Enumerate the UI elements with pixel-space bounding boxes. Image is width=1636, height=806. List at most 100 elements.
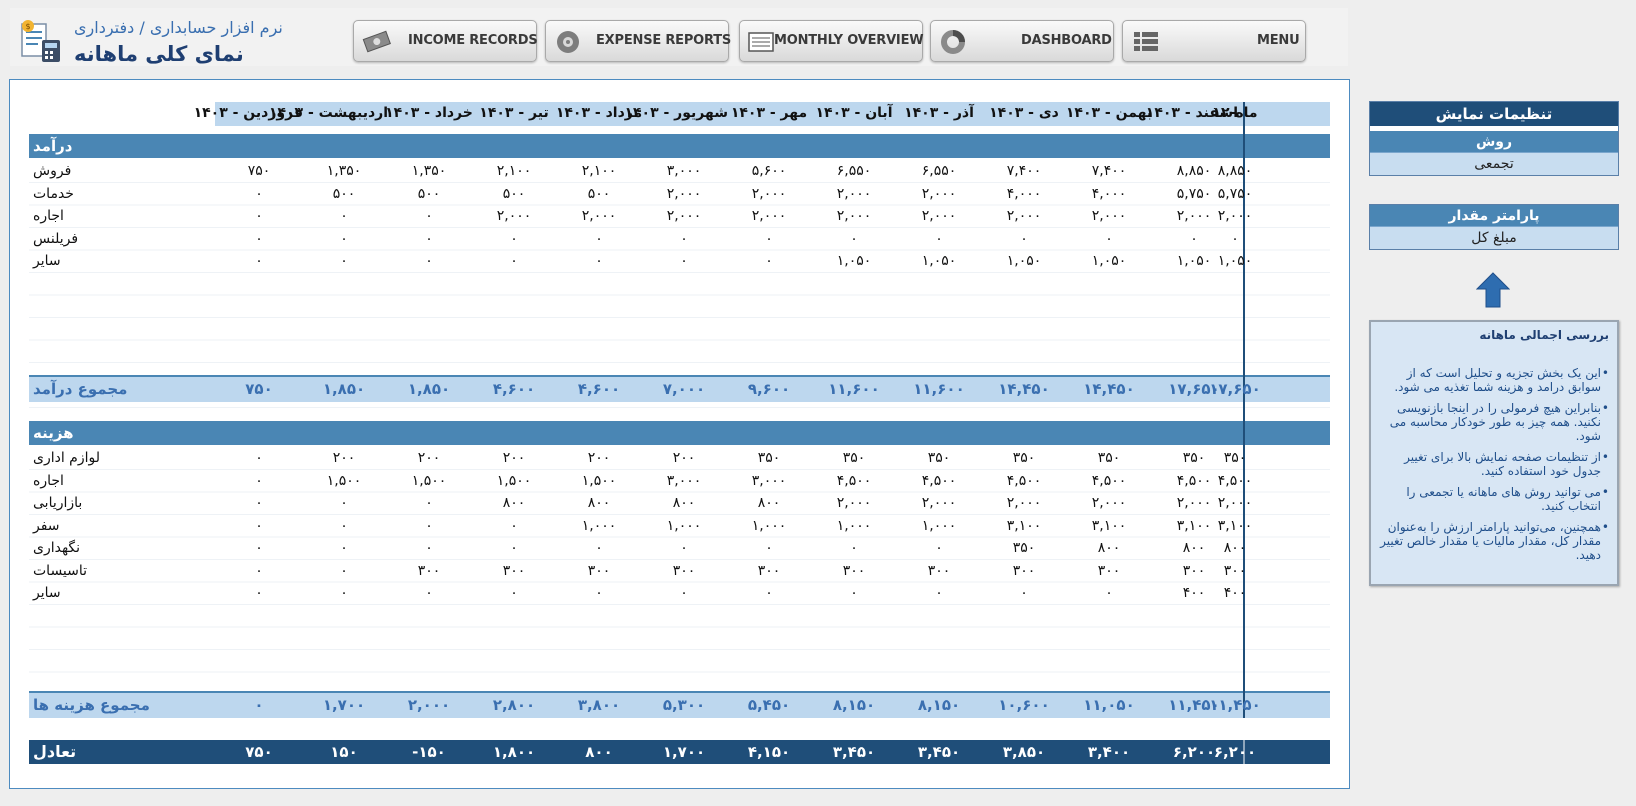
expense-cell: ۰ (255, 585, 263, 601)
cash-icon (362, 30, 391, 53)
income-cell: ۱,۳۵۰ (326, 163, 362, 179)
expense-cell: ۰ (340, 585, 348, 601)
expense-cell: ۰ (680, 540, 688, 556)
balance-cell: ۶,۲۰۰ (1172, 743, 1216, 761)
expense-reports-label: EXPENSE REPORTS (596, 33, 732, 48)
expense-total-cell: ۲,۸۰۰ (492, 696, 536, 714)
expense-cell: ۳۰۰ (1182, 562, 1206, 579)
expense-cell: ۸۰۰ (672, 495, 696, 511)
expense-cell: ۳۵۰ (757, 450, 781, 466)
expense-cell: ۳,۰۰۰ (751, 472, 787, 489)
expense-cell: ۴,۵۰۰ (1006, 472, 1042, 489)
expense-cell: ۲,۰۰۰ (921, 495, 957, 511)
expense-total-cell: ۱۱,۰۵۰ (1083, 696, 1135, 714)
expense-row-label: نگهداری (33, 540, 81, 556)
income-cell: ۱,۳۵۰ (411, 163, 447, 179)
income-cell: ۷۵۰ (247, 163, 271, 179)
income-section-band (29, 134, 1330, 158)
income-records-label: INCOME RECORDS (408, 33, 538, 48)
month-header: شهریور - ۱۴۰۳ (624, 105, 728, 121)
income-total-cell: ۱,۸۵۰ (407, 380, 451, 398)
list-icon (1134, 32, 1158, 51)
expense-total-cell: ۰ (254, 696, 264, 714)
dashboard-label: DASHBOARD (1021, 33, 1112, 48)
balance-cell: ۷۵۰ (245, 743, 273, 761)
income-total-cell: ۱۷,۶۵۰ (1168, 380, 1220, 398)
ledger-icon (748, 32, 774, 52)
expense-cell: ۳۰۰ (587, 562, 611, 579)
income-cell: ۲,۰۰۰ (496, 208, 532, 224)
income-cell: ۰ (680, 230, 688, 247)
expense-cell: ۸۰۰ (1097, 540, 1121, 556)
expense-cell: ۳۵۰ (1012, 450, 1036, 466)
expense-row-label: سایر (33, 585, 61, 601)
income-cell: ۰ (340, 208, 348, 224)
income-cell: ۰ (680, 253, 688, 269)
expense-cell: ۲,۰۰۰ (1176, 495, 1212, 511)
expense-cell: ۲,۰۰۰ (1006, 495, 1042, 511)
income-cell: ۱,۰۵۰ (836, 253, 872, 269)
display-settings-title: تنظیمات نمایش (1370, 102, 1618, 126)
expense-cell: ۰ (595, 540, 603, 556)
info-bullets: این یک بخش تجزیه و تحلیل است که از سوابق… (1379, 366, 1609, 562)
expense-cell: ۴,۵۰۰ (1176, 472, 1212, 489)
expense-cell: ۱,۵۰۰ (411, 472, 447, 489)
monthly-overview-button[interactable]: MONTHLY OVERVIEW (739, 20, 924, 62)
expense-cell: ۰ (510, 540, 518, 556)
method-select[interactable]: تجمعی (1370, 153, 1618, 175)
expense-cell: ۲۰۰ (502, 450, 526, 466)
expense-cell: ۳۰۰ (1012, 562, 1036, 579)
expense-section-band (29, 421, 1330, 445)
dashboard-button[interactable]: DASHBOARD (930, 20, 1114, 62)
income-row-label: اجاره (33, 208, 64, 224)
expense-cell: ۰ (340, 540, 348, 556)
balance-cell: ۱۵۰ (330, 743, 358, 761)
expense-cell: ۰ (340, 495, 348, 511)
month-header: خرداد - ۱۴۰۳ (385, 105, 473, 121)
display-settings-box: تنظیمات نمایش روش تجمعی (1369, 101, 1619, 176)
info-bullet: از تنظیمات صفحه نمایش بالا برای تغییر جد… (1379, 450, 1609, 478)
income-cell: ۴,۰۰۰ (1006, 185, 1042, 202)
info-bullet: این یک بخش تجزیه و تحلیل است که از سوابق… (1379, 366, 1609, 394)
menu-button[interactable]: MENU (1122, 20, 1306, 62)
income-cell: ۱,۰۵۰ (921, 253, 957, 269)
balance-cell: ۳,۴۵۰ (917, 743, 961, 761)
expense-total-cell: ۸,۱۵۰ (917, 696, 961, 714)
income-records-button[interactable]: INCOME RECORDS (353, 20, 538, 62)
income-total-cell: ۷,۰۰۰ (662, 380, 706, 398)
expense-cell: ۲,۰۰۰ (836, 495, 872, 511)
expense-cell: ۳۵۰ (927, 450, 951, 466)
income-cell: ۰ (1020, 230, 1028, 247)
income-row-label: خدمات (33, 185, 74, 202)
expense-cell: ۰ (255, 450, 263, 466)
expense-cell: ۳۰۰ (757, 562, 781, 579)
expense-cell: ۳۰۰ (1097, 562, 1121, 579)
month-header: دی - ۱۴۰۳ (989, 105, 1059, 121)
svg-text:$: $ (25, 22, 30, 31)
month-header: مرداد - ۱۴۰۳ (555, 105, 643, 121)
income-cell: ۰ (255, 253, 263, 269)
balance-cell: ۴,۱۵۰ (747, 743, 791, 761)
expense-cell: ۰ (935, 540, 943, 556)
expense-row-label: تاسیسات (33, 562, 88, 579)
expense-row-label: اجاره (33, 472, 64, 489)
income-cell: ۲,۰۰۰ (581, 208, 617, 224)
expense-cell: ۸۰۰ (757, 495, 781, 511)
income-cell: ۰ (340, 253, 348, 269)
expense-reports-button[interactable]: EXPENSE REPORTS (545, 20, 732, 62)
value-parameter-select[interactable]: مبلغ کل (1370, 227, 1618, 249)
income-cell: ۲,۰۰۰ (751, 208, 787, 224)
gear-coin-icon (557, 31, 579, 53)
expense-cell: ۰ (340, 517, 348, 534)
income-cell: ۱,۰۵۰ (1006, 253, 1042, 269)
expense-cell: ۱,۰۰۰ (581, 517, 617, 534)
expense-cell: ۳۰۰ (502, 562, 526, 579)
income-cell: ۶,۵۵۰ (921, 163, 957, 179)
expense-cell: ۰ (765, 540, 773, 556)
expense-cell: ۰ (850, 540, 858, 556)
income-cell: ۲,۱۰۰ (581, 163, 617, 179)
expense-total-cell: ۱۰,۶۰۰ (998, 696, 1050, 714)
expense-cell: ۳,۱۰۰ (1006, 517, 1042, 534)
info-note: بررسی اجمالی ماهانه این یک بخش تجزیه و ت… (1369, 320, 1619, 586)
expense-cell: ۱,۰۰۰ (751, 517, 787, 534)
